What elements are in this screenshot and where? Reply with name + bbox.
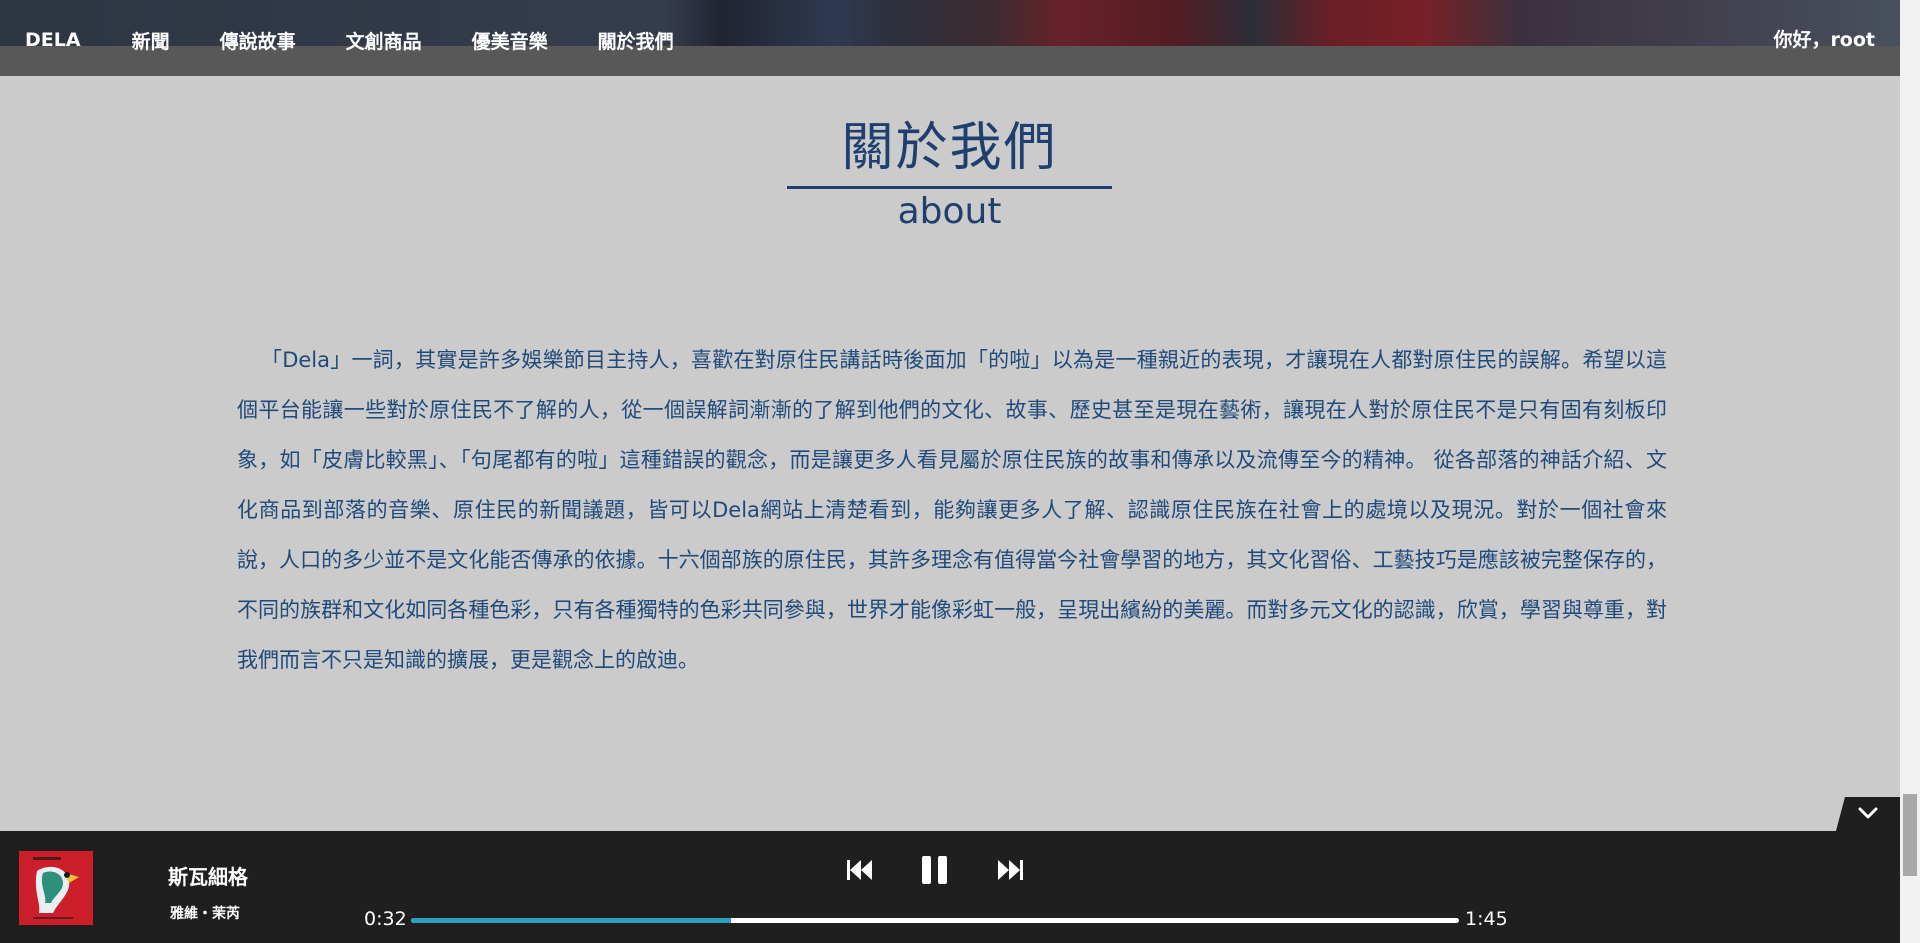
user-greeting[interactable]: 你好，root (1773, 22, 1875, 58)
music-player: 斯瓦細格 雅維・茉芮 0:32 1:45 (0, 831, 1900, 943)
next-track-button[interactable] (994, 855, 1028, 889)
nav-item-music[interactable]: 優美音樂 (472, 27, 548, 54)
main-nav: DELA 新聞 傳說故事 文創商品 優美音樂 關於我們 (0, 22, 699, 58)
playback-controls (842, 855, 1028, 889)
progress-fill (411, 918, 731, 923)
pause-icon (921, 855, 949, 889)
top-navbar: DELA 新聞 傳說故事 文創商品 優美音樂 關於我們 你好，root (0, 0, 1900, 76)
previous-track-button[interactable] (842, 855, 876, 889)
page-subtitle: about (897, 191, 1002, 232)
skip-next-icon (997, 858, 1025, 886)
track-title: 斯瓦細格 (168, 865, 248, 889)
total-time: 1:45 (1465, 908, 1508, 930)
about-paragraph: 「Dela」一詞，其實是許多娛樂節目主持人，喜歡在對原住民講話時後面加「的啦」以… (237, 348, 1667, 672)
current-time: 0:32 (364, 908, 407, 930)
nav-item-about[interactable]: 關於我們 (598, 27, 674, 54)
page-title: 關於我們 (841, 118, 1058, 178)
page-scrollbar[interactable] (1900, 0, 1920, 943)
nav-item-news[interactable]: 新聞 (132, 27, 170, 54)
pause-button[interactable] (918, 855, 952, 889)
nav-item-products[interactable]: 文創商品 (346, 27, 422, 54)
about-heading: 關於我們 about (787, 112, 1112, 235)
nav-item-dela[interactable]: DELA (25, 29, 81, 51)
album-cover-image (19, 851, 93, 925)
chevron-down-icon (1858, 805, 1878, 824)
scrollbar-thumb[interactable] (1903, 794, 1917, 876)
track-artist: 雅維・茉芮 (170, 906, 240, 922)
nav-item-legends[interactable]: 傳說故事 (220, 27, 296, 54)
progress-bar[interactable] (411, 918, 1459, 923)
skip-previous-icon (845, 858, 873, 886)
player-collapse-button[interactable] (1836, 797, 1900, 831)
